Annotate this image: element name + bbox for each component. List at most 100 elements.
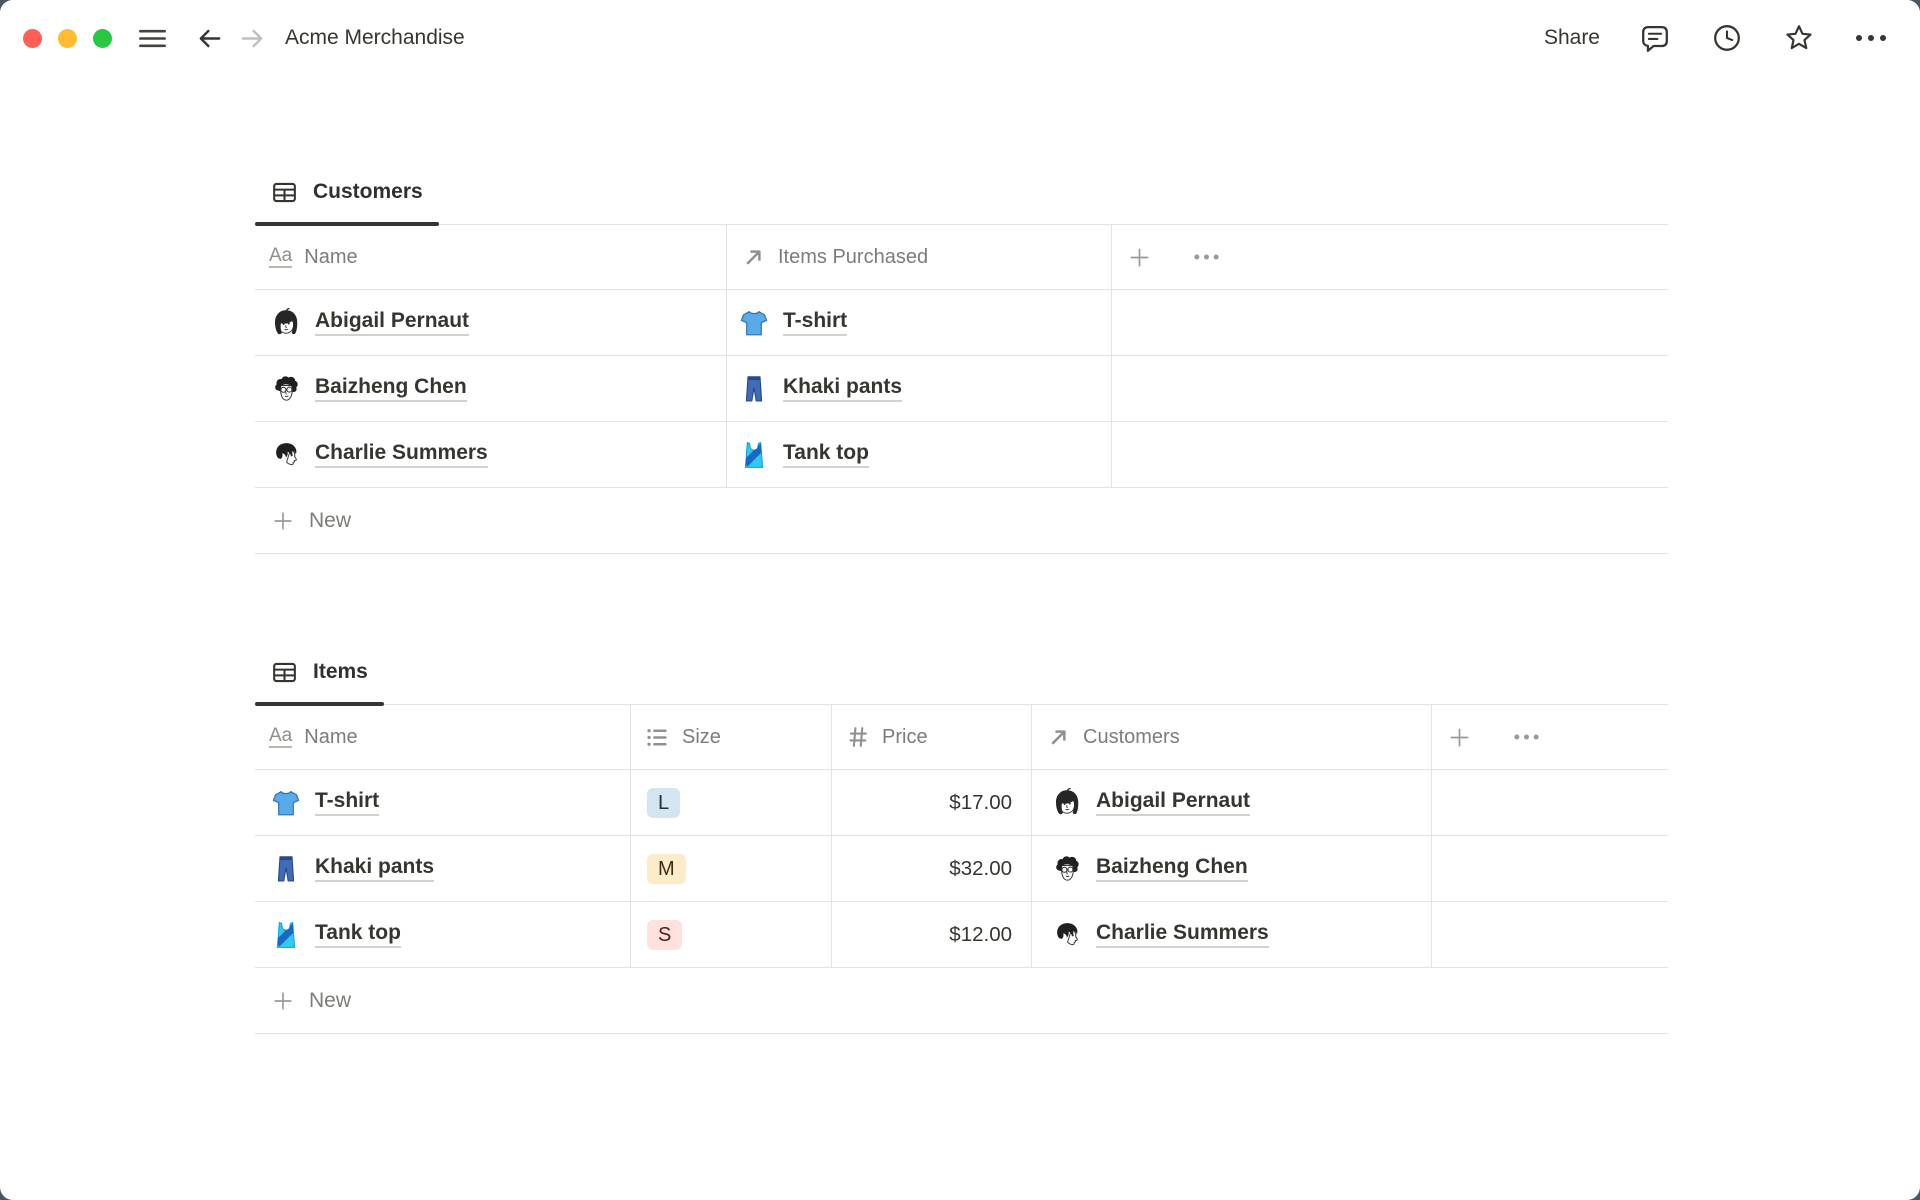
relation-link[interactable]: Tank top [783, 441, 869, 468]
items-database: Items Aa Name Size Price Customers T-shi… [255, 640, 1668, 1034]
page-link[interactable]: Khaki pants [315, 855, 435, 882]
customer-name-cell[interactable]: Abigail Pernaut [255, 290, 727, 355]
minimize-window-button[interactable] [58, 28, 77, 48]
plus-icon [1450, 727, 1469, 747]
table-row: Baizheng Chen Khaki pants [255, 356, 1668, 422]
back-button[interactable] [195, 24, 224, 53]
ellipsis-icon [1856, 35, 1886, 41]
avatar-abigail [275, 307, 298, 334]
size-cell[interactable]: L [631, 770, 832, 835]
relation-link[interactable]: Abigail Pernaut [1096, 789, 1251, 816]
window-controls [23, 28, 112, 48]
sidebar-toggle-button[interactable] [136, 22, 169, 55]
new-row-button[interactable]: New [255, 968, 1668, 1034]
title-property-icon: Aa [269, 245, 293, 269]
price-cell[interactable]: $12.00 [832, 902, 1032, 967]
customer-name-cell[interactable]: Baizheng Chen [255, 356, 727, 421]
relation-link[interactable]: T-shirt [783, 309, 848, 336]
tshirt-icon [272, 790, 300, 815]
page-link[interactable]: Charlie Summers [315, 441, 488, 468]
column-header-name[interactable]: Aa Name [255, 225, 727, 289]
jeans-icon [277, 855, 295, 882]
price-cell[interactable]: $17.00 [832, 770, 1032, 835]
size-tag[interactable]: L [647, 787, 681, 818]
customers-relation-cell[interactable]: Abigail Pernaut [1032, 770, 1432, 835]
item-name-cell[interactable]: T-shirt [255, 770, 631, 835]
page-link[interactable]: Baizheng Chen [315, 375, 467, 402]
table-row: Abigail Pernaut T-shirt [255, 290, 1668, 356]
items-header-tools [1432, 705, 1668, 769]
add-property-button[interactable] [1447, 725, 1472, 750]
table-options-button[interactable] [1512, 731, 1541, 743]
empty-cell [1432, 836, 1668, 901]
table-view-icon [273, 662, 296, 682]
column-header-size[interactable]: Size [631, 705, 832, 769]
size-tag[interactable]: M [647, 853, 686, 884]
relation-arrow-icon [746, 249, 761, 265]
dots-icon [1194, 254, 1219, 260]
page-link[interactable]: T-shirt [315, 789, 380, 816]
item-name-cell[interactable]: Tank top [255, 902, 631, 967]
page-link[interactable]: Abigail Pernaut [315, 309, 470, 336]
dots-icon [1514, 734, 1539, 740]
breadcrumb-page-title[interactable]: Acme Merchandise [285, 26, 465, 50]
customers-view-tabs: Customers [255, 160, 1668, 226]
table-row: Charlie Summers Tank top [255, 422, 1668, 488]
forward-button[interactable] [238, 24, 267, 53]
table-view-icon [273, 182, 296, 202]
size-cell[interactable]: S [631, 902, 832, 967]
customers-relation-cell[interactable]: Charlie Summers [1032, 902, 1432, 967]
tab-label: Items [313, 660, 368, 683]
share-button[interactable]: Share [1544, 26, 1600, 50]
table-row: T-shirt L $17.00 Abigail Pernaut [255, 770, 1668, 836]
updates-button[interactable] [1710, 21, 1744, 55]
items-header-row: Aa Name Size Price Customers [255, 704, 1668, 770]
table-row: Khaki pants M $32.00 Baizheng Chen [255, 836, 1668, 902]
clock-icon [1714, 25, 1740, 51]
table-options-button[interactable] [1192, 251, 1221, 263]
items-purchased-cell[interactable]: Tank top [727, 422, 1112, 487]
app-window: Acme Merchandise Share Customers Aa Name… [0, 0, 1920, 1200]
plus-icon [274, 511, 292, 530]
avatar-abigail [1056, 787, 1079, 814]
tshirt-icon [740, 310, 768, 335]
tab-label: Customers [313, 180, 423, 203]
hamburger-icon [139, 29, 166, 47]
plus-icon [1130, 247, 1149, 267]
size-tag[interactable]: S [647, 919, 683, 950]
price-cell[interactable]: $32.00 [832, 836, 1032, 901]
column-header-customers[interactable]: Customers [1032, 705, 1432, 769]
tab-items-view[interactable]: Items [255, 640, 384, 706]
plus-icon [274, 991, 292, 1010]
column-header-items-purchased[interactable]: Items Purchased [727, 225, 1112, 289]
page-link[interactable]: Tank top [315, 921, 401, 948]
tank-top-icon [276, 921, 296, 948]
relation-link[interactable]: Charlie Summers [1096, 921, 1269, 948]
customer-name-cell[interactable]: Charlie Summers [255, 422, 727, 487]
tank-top-icon [744, 441, 764, 468]
comment-bubble-icon [1642, 26, 1668, 52]
tab-customers-view[interactable]: Customers [255, 160, 439, 226]
item-name-cell[interactable]: Khaki pants [255, 836, 631, 901]
comments-button[interactable] [1638, 21, 1672, 55]
relation-link[interactable]: Baizheng Chen [1096, 855, 1248, 882]
forward-arrow-icon [241, 29, 263, 47]
empty-cell [1432, 902, 1668, 967]
close-window-button[interactable] [23, 28, 42, 48]
size-cell[interactable]: M [631, 836, 832, 901]
jeans-icon [745, 375, 763, 402]
items-purchased-cell[interactable]: Khaki pants [727, 356, 1112, 421]
column-header-name[interactable]: Aa Name [255, 705, 631, 769]
empty-cell [1432, 770, 1668, 835]
avatar-charlie [1057, 922, 1078, 945]
new-row-button[interactable]: New [255, 488, 1668, 554]
favorite-button[interactable] [1782, 21, 1816, 55]
items-purchased-cell[interactable]: T-shirt [727, 290, 1112, 355]
fullscreen-window-button[interactable] [93, 28, 112, 48]
relation-link[interactable]: Khaki pants [783, 375, 903, 402]
customers-relation-cell[interactable]: Baizheng Chen [1032, 836, 1432, 901]
column-header-price[interactable]: Price [832, 705, 1032, 769]
more-options-button[interactable] [1854, 32, 1888, 44]
customers-header-row: Aa Name Items Purchased [255, 224, 1668, 290]
add-property-button[interactable] [1127, 245, 1152, 270]
